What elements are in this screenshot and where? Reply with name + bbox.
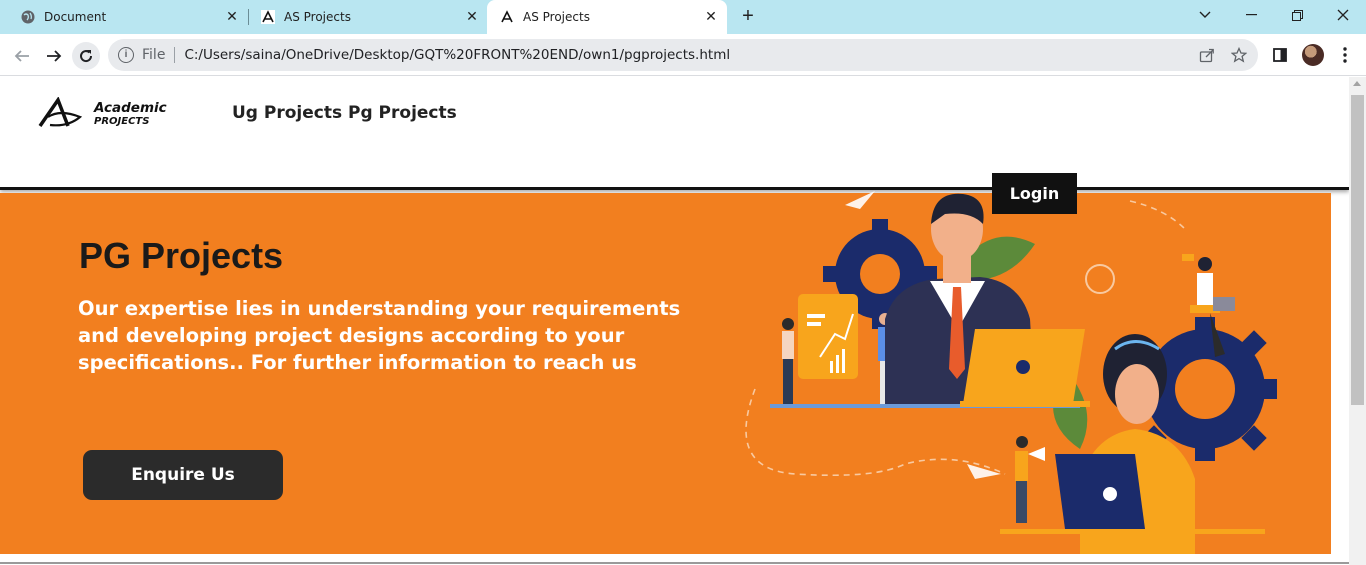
browser-toolbar: i File C:/Users/saina/OneDrive/Desktop/G…	[0, 34, 1366, 76]
hero-illustration	[745, 191, 1277, 554]
logo-text-line1: Academic	[93, 100, 167, 116]
address-divider	[174, 47, 176, 63]
url-text[interactable]: C:/Users/saina/OneDrive/Desktop/GQT%20FR…	[184, 47, 730, 63]
page-scrollbar[interactable]	[1349, 77, 1366, 565]
close-tab-icon[interactable]: ✕	[464, 9, 480, 25]
restore-icon[interactable]	[1274, 0, 1320, 30]
browser-tab-strip: Document ✕ AS Projects ✕ AS Projects ✕ +	[0, 0, 1366, 34]
site-header: Academic PROJECTS Ug Projects Pg Project…	[0, 77, 1349, 190]
close-tab-icon[interactable]: ✕	[703, 9, 719, 25]
web-page: Academic PROJECTS Ug Projects Pg Project…	[0, 77, 1349, 565]
site-logo-icon	[499, 9, 515, 25]
info-icon[interactable]: i	[118, 47, 134, 63]
bookmark-star-icon[interactable]	[1230, 46, 1248, 65]
hero-banner: PG Projects Our expertise lies in unders…	[0, 191, 1331, 554]
browser-tab[interactable]: AS Projects ✕	[250, 0, 488, 34]
page-divider	[0, 562, 1349, 564]
browser-tab[interactable]: Document ✕	[8, 0, 248, 34]
logo-text-line2: PROJECTS	[94, 116, 149, 127]
menu-kebab-icon[interactable]	[1335, 45, 1355, 65]
scroll-thumb[interactable]	[1351, 95, 1364, 405]
nav-link-pg-projects[interactable]: Pg Projects	[348, 103, 457, 123]
back-arrow-icon[interactable]	[8, 42, 36, 70]
site-logo-icon	[260, 9, 276, 25]
forward-arrow-icon[interactable]	[40, 42, 68, 70]
reload-icon[interactable]	[72, 42, 100, 70]
share-icon[interactable]	[1198, 47, 1216, 65]
nav-link-ug-projects[interactable]: Ug Projects	[232, 103, 342, 123]
close-window-icon[interactable]	[1320, 0, 1366, 30]
minimize-icon[interactable]	[1228, 0, 1274, 30]
site-logo[interactable]: Academic PROJECTS	[38, 96, 208, 129]
new-tab-icon[interactable]: +	[737, 6, 759, 28]
tab-search-icon[interactable]	[1182, 0, 1228, 30]
tab-title: AS Projects	[284, 10, 351, 24]
hero-description: Our expertise lies in understanding your…	[78, 297, 681, 374]
scheme-label: File	[142, 47, 166, 63]
tab-title: AS Projects	[523, 10, 590, 24]
close-tab-icon[interactable]: ✕	[224, 9, 240, 25]
enquire-button[interactable]: Enquire Us	[83, 450, 283, 500]
browser-tab-active[interactable]: AS Projects ✕	[487, 0, 727, 34]
profile-avatar[interactable]	[1302, 44, 1324, 66]
tab-title: Document	[44, 10, 107, 24]
address-bar[interactable]: i File C:/Users/saina/OneDrive/Desktop/G…	[108, 39, 1258, 71]
scroll-up-arrow-icon[interactable]	[1353, 81, 1361, 86]
tab-divider	[248, 9, 249, 25]
globe-icon	[20, 9, 36, 25]
side-panel-icon[interactable]	[1270, 45, 1290, 65]
hero-title: PG Projects	[79, 235, 284, 276]
login-button[interactable]: Login	[992, 173, 1077, 214]
